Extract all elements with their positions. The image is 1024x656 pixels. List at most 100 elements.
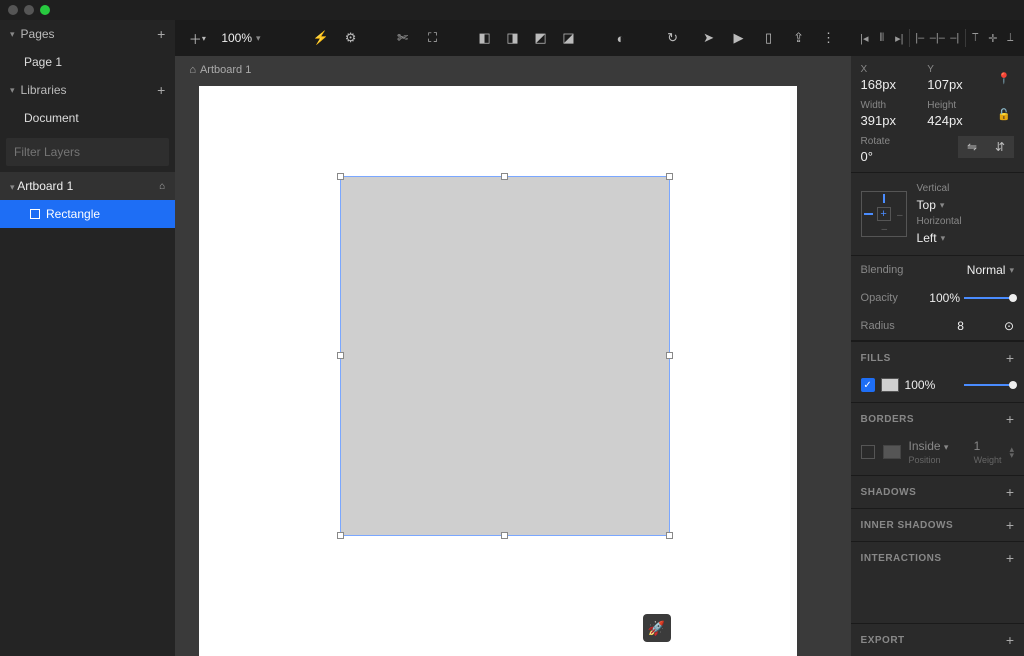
intersect-icon[interactable]: ◩ [529,26,553,50]
add-export-icon[interactable]: + [1006,632,1014,648]
dist-h-icon[interactable]: |– [912,27,928,49]
border-weight-stepper[interactable]: ▴▾ [1009,446,1014,458]
fill-enabled-checkbox[interactable]: ✓ [861,378,875,392]
align-hcenter-icon[interactable]: ⫴ [874,27,890,49]
rotate-value[interactable]: 0° [861,149,922,164]
window-minimize-icon[interactable] [24,5,34,15]
interactions-label: INTERACTIONS [861,553,942,564]
horizontal-value[interactable]: Left▾ [917,231,1014,245]
add-interaction-icon[interactable]: + [1006,550,1014,566]
fill-color-swatch[interactable] [881,378,899,392]
canvas[interactable]: ⌂ Artboard 1 🚀 [175,56,850,656]
vertical-value[interactable]: Top▾ [917,198,1014,212]
pin-icon[interactable]: 📍 [994,64,1014,92]
artboard-canvas[interactable] [199,86,797,656]
settings-gear-icon[interactable]: ⚙ [339,26,363,50]
resize-handle-t[interactable] [501,173,508,180]
add-page-icon[interactable]: + [157,26,165,42]
flip-horizontal-icon[interactable]: ⇋ [958,136,986,158]
page-item[interactable]: Page 1 [0,48,175,76]
border-enabled-checkbox[interactable] [861,445,875,459]
height-value[interactable]: 424px [927,113,988,128]
align-top-icon[interactable]: ⟙ [968,27,984,49]
x-value[interactable]: 168px [861,77,922,92]
libraries-header[interactable]: ▾Libraries + [0,76,175,104]
lock-icon[interactable]: 🔓 [994,100,1014,128]
cut-icon[interactable]: ✄ [391,26,415,50]
fill-opacity[interactable]: 100% [905,378,936,392]
resize-handle-tr[interactable] [666,173,673,180]
mask-icon[interactable]: ◐ [609,26,633,50]
zoom-dropdown[interactable]: 100%▾ [215,31,266,45]
window-maximize-icon[interactable] [40,5,50,15]
add-fill-icon[interactable]: + [1006,350,1014,366]
constraints-box[interactable]: –– + [861,191,907,237]
breadcrumb[interactable]: ⌂ Artboard 1 [189,64,251,76]
insert-button[interactable]: ＋▾ [185,26,209,50]
align-left-icon[interactable]: |◂ [857,27,873,49]
left-sidebar: ▾Pages + Page 1 ▾Libraries + Document ▾ … [0,20,175,656]
shadows-header[interactable]: SHADOWS + [851,475,1024,508]
align-bottom-icon[interactable]: ⟘ [1003,27,1019,49]
border-position-value[interactable]: Inside ▾ [909,439,949,453]
fill-entry: ✓ 100% [851,374,1024,402]
fills-label: FILLS [861,353,891,364]
opacity-slider[interactable] [964,297,1014,299]
filter-layers [6,138,169,166]
border-weight-value[interactable]: 1 [974,439,981,453]
window-close-icon[interactable] [8,5,18,15]
fill-opacity-slider[interactable] [964,384,1014,386]
exclude-icon[interactable]: ◪ [557,26,581,50]
radius-options-icon[interactable]: ⊙ [1004,319,1014,333]
interactions-header[interactable]: INTERACTIONS + [851,541,1024,574]
share-icon[interactable]: ⇪ [787,26,811,50]
export-header[interactable]: EXPORT + [851,623,1024,656]
device-icon[interactable]: ▯ [757,26,781,50]
library-item[interactable]: Document [0,104,175,132]
chevron-down-icon: ▾ [10,182,15,192]
add-library-icon[interactable]: + [157,82,165,98]
resize-handle-tl[interactable] [337,173,344,180]
crop-icon[interactable]: ⛶ [421,26,445,50]
border-color-swatch[interactable] [883,445,901,459]
selected-shape[interactable] [340,176,670,536]
dist-hc-icon[interactable]: –|– [930,27,946,49]
resize-handle-br[interactable] [666,532,673,539]
refresh-icon[interactable]: ↻ [661,26,685,50]
add-border-icon[interactable]: + [1006,411,1014,427]
align-vcenter-icon[interactable]: ✛ [985,27,1001,49]
rocket-button[interactable]: 🚀 [643,614,671,642]
radius-label: Radius [861,320,895,332]
width-value[interactable]: 391px [861,113,922,128]
breadcrumb-label: Artboard 1 [200,64,251,76]
align-right-icon[interactable]: ▸| [892,27,908,49]
add-shadow-icon[interactable]: + [1006,484,1014,500]
resize-handle-l[interactable] [337,352,344,359]
lightning-icon[interactable]: ⚡ [309,26,333,50]
blending-value[interactable]: Normal▾ [967,263,1014,277]
add-inner-shadow-icon[interactable]: + [1006,517,1014,533]
flip-vertical-icon[interactable]: ⇵ [986,136,1014,158]
pages-header[interactable]: ▾Pages + [0,20,175,48]
dist-hr-icon[interactable]: –| [947,27,963,49]
cursor-icon[interactable]: ➤ [697,26,721,50]
home-icon[interactable]: ⌂ [159,181,165,192]
play-icon[interactable]: ▶ [727,26,751,50]
layer-rectangle[interactable]: Rectangle [0,200,175,228]
window-titlebar [0,0,1024,20]
resize-handle-r[interactable] [666,352,673,359]
opacity-value[interactable]: 100% [929,291,960,305]
layer-artboard[interactable]: ▾ Artboard 1 ⌂ [0,172,175,200]
more-icon[interactable]: ⋮ [817,26,841,50]
y-value[interactable]: 107px [927,77,988,92]
borders-header: BORDERS + [851,402,1024,435]
subtract-icon[interactable]: ◨ [501,26,525,50]
union-icon[interactable]: ◧ [473,26,497,50]
inner-shadows-header[interactable]: INNER SHADOWS + [851,508,1024,541]
filter-layers-input[interactable] [6,138,169,166]
width-label: Width [861,100,922,111]
radius-value[interactable]: 8 [957,319,964,333]
resize-handle-b[interactable] [501,532,508,539]
border-weight-label: Weight [974,455,1002,465]
resize-handle-bl[interactable] [337,532,344,539]
